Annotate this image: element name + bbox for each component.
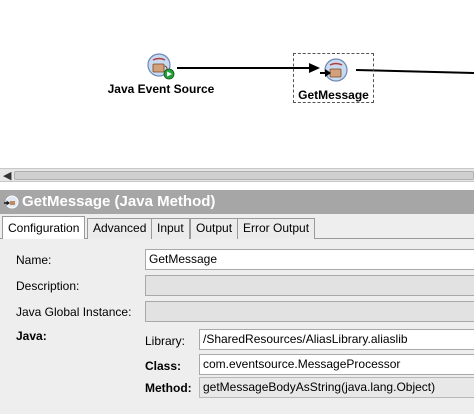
process-canvas[interactable]: Java Event Source GetMessage — [0, 0, 474, 168]
node-label: GetMessage — [298, 88, 369, 102]
description-label: Description: — [16, 279, 80, 293]
node-label: Java Event Source — [107, 82, 215, 96]
panel-title-bar: GetMessage (Java Method) — [0, 190, 474, 214]
horizontal-scrollbar[interactable]: ◀ — [0, 168, 474, 182]
tab-bar: Configuration Advanced Input Output Erro… — [0, 214, 474, 240]
divider — [0, 182, 474, 190]
transition-arrows — [177, 63, 474, 74]
method-label: Method: — [145, 381, 192, 395]
class-label: Class: — [145, 359, 182, 373]
class-field[interactable]: com.eventsource.MessageProcessor — [199, 354, 474, 375]
name-label: Name: — [16, 253, 52, 267]
description-field[interactable] — [145, 275, 474, 296]
name-field[interactable]: GetMessage — [145, 249, 474, 270]
tab-input[interactable]: Input — [151, 218, 190, 239]
configuration-form: Name: GetMessage Description: Java Globa… — [0, 239, 474, 414]
tab-configuration[interactable]: Configuration — [2, 216, 86, 240]
tab-output[interactable]: Output — [190, 218, 239, 239]
java-label: Java: — [16, 329, 47, 343]
java-event-source-icon — [147, 53, 175, 80]
method-field[interactable]: getMessageBodyAsString(java.lang.Object) — [199, 377, 474, 398]
java-global-instance-field[interactable] — [145, 301, 474, 322]
activity-java-event-source[interactable]: Java Event Source — [100, 52, 222, 96]
tab-error-output[interactable]: Error Output — [237, 218, 316, 239]
library-field[interactable]: /SharedResources/AliasLibrary.aliaslib — [199, 329, 474, 350]
panel-title: GetMessage (Java Method) — [22, 193, 216, 210]
java-method-icon — [4, 195, 19, 209]
java-method-icon — [319, 58, 348, 82]
scrollbar-thumb[interactable] — [14, 171, 474, 180]
tab-advanced[interactable]: Advanced — [87, 218, 153, 239]
scroll-left-icon[interactable]: ◀ — [3, 169, 11, 183]
java-global-instance-label: Java Global Instance: — [16, 305, 132, 319]
activity-getmessage[interactable]: GetMessage — [293, 53, 374, 103]
library-label: Library: — [145, 334, 186, 348]
